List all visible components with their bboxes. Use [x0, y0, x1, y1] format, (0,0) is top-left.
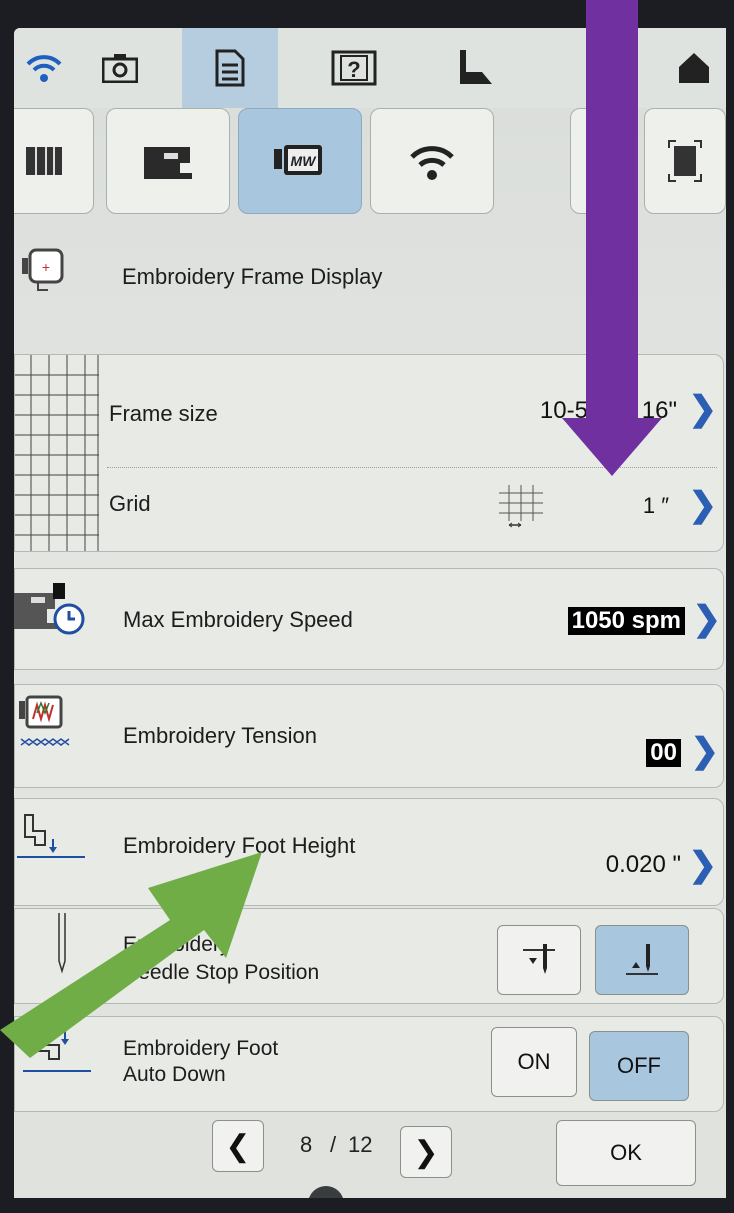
grid-row[interactable]: Grid 1 ″ ❯: [15, 469, 723, 553]
tension-chevron-icon[interactable]: ❯: [691, 731, 720, 771]
foot-height-chevron-icon[interactable]: ❯: [689, 845, 718, 885]
help-icon[interactable]: ?: [314, 28, 394, 108]
tension-label: Embroidery Tension: [123, 723, 318, 748]
green-arrow-annotation: [0, 852, 262, 1058]
max-speed-chevron-icon[interactable]: ❯: [693, 599, 722, 639]
page-separator: /: [330, 1132, 337, 1157]
grid-value: 1 ″: [642, 493, 669, 518]
prev-page-button[interactable]: ❮: [212, 1120, 264, 1172]
embroidery-tension-icon: [17, 695, 73, 760]
page-current: 8: [300, 1132, 313, 1157]
tension-value: 00: [646, 739, 681, 767]
needle-up-icon: [626, 944, 658, 975]
chevron-right-icon: ❯: [413, 1135, 439, 1169]
next-page-button[interactable]: ❯: [400, 1126, 452, 1178]
foot-height-value: 0.020 ": [605, 851, 681, 878]
purple-arrow-annotation: [562, 0, 662, 476]
wifi-icon: [410, 146, 454, 180]
chevron-left-icon: ❮: [225, 1129, 251, 1163]
svg-text:+: +: [42, 259, 50, 275]
tension-row[interactable]: Embroidery Tension 00 ❯: [14, 684, 724, 788]
svg-text:MW: MW: [291, 153, 318, 169]
sewing-machine-icon: [144, 147, 192, 179]
tab-wireless[interactable]: [370, 108, 494, 214]
svg-text:?: ?: [347, 57, 360, 82]
grid-label: Grid: [109, 491, 151, 516]
home-icon[interactable]: [654, 28, 726, 108]
embroidery-frame-icon: MW: [274, 145, 322, 175]
max-speed-row[interactable]: Max Embroidery Speed 1050 spm ❯: [14, 568, 724, 670]
camera-icon[interactable]: [80, 28, 160, 108]
embroidery-hoop-pattern-icon: [26, 147, 62, 175]
fit-screen-icon: [668, 140, 702, 182]
tab-embroidery-pattern[interactable]: [14, 108, 94, 214]
wifi-icon[interactable]: [14, 28, 84, 108]
grid-size-icon: [499, 485, 543, 534]
embroidery-frame-small-icon: +: [18, 244, 68, 299]
presser-foot-icon[interactable]: [434, 28, 514, 108]
frame-size-label: Frame size: [109, 401, 218, 426]
needle-stop-down-button[interactable]: [497, 925, 581, 995]
clock-icon[interactable]: [308, 1186, 344, 1198]
tab-machine[interactable]: [106, 108, 230, 214]
needle-down-icon: [523, 944, 555, 974]
frame-display-label: Embroidery Frame Display: [122, 264, 383, 289]
auto-down-label-2: Auto Down: [123, 1063, 226, 1086]
max-speed-value: 1050 spm: [567, 607, 685, 635]
grid-chevron-icon[interactable]: ❯: [689, 485, 718, 525]
tab-embroidery[interactable]: MW: [238, 108, 362, 214]
ok-button[interactable]: OK: [556, 1120, 696, 1186]
needle-stop-up-button[interactable]: [595, 925, 689, 995]
document-icon[interactable]: [182, 28, 278, 108]
page-total: 12: [348, 1132, 373, 1157]
frame-size-chevron-icon[interactable]: ❯: [689, 389, 718, 429]
max-speed-label: Max Embroidery Speed: [123, 607, 353, 632]
auto-down-on-button[interactable]: ON: [491, 1027, 577, 1097]
machine-speed-icon: [14, 579, 87, 644]
auto-down-off-button[interactable]: OFF: [589, 1031, 689, 1101]
